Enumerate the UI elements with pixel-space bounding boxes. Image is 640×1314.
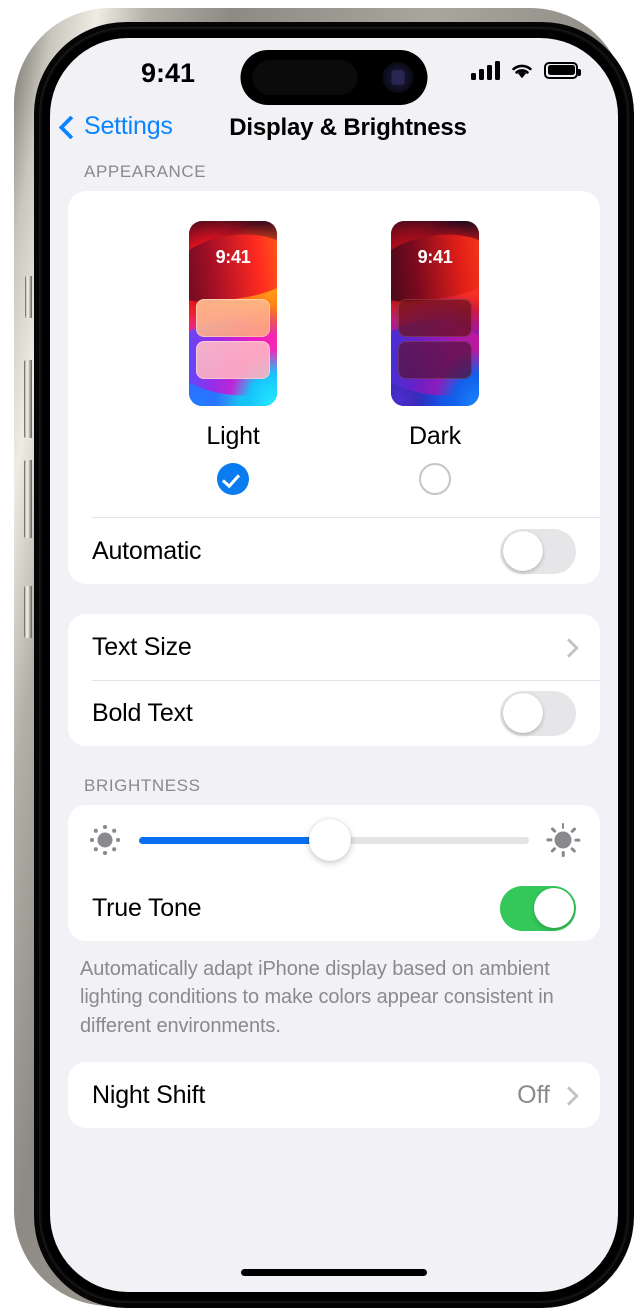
- light-mode-label: Light: [206, 422, 260, 450]
- sun-large-icon: [546, 823, 581, 857]
- true-tone-label: True Tone: [92, 893, 202, 922]
- chevron-right-icon: [562, 1088, 576, 1102]
- status-bar: 9:41: [50, 38, 618, 105]
- brightness-slider-row[interactable]: [68, 805, 600, 875]
- dark-mode-preview[interactable]: 9:41: [391, 221, 479, 406]
- battery-full-icon: [544, 61, 581, 79]
- appearance-option-dark[interactable]: 9:41 Dark: [391, 221, 479, 495]
- bold-text-toggle[interactable]: [500, 690, 576, 736]
- dynamic-island[interactable]: [240, 50, 428, 105]
- automatic-appearance-row[interactable]: Automatic: [68, 518, 600, 584]
- appearance-section-header: APPEARANCE: [84, 162, 207, 181]
- settings-content: APPEARANCE 9:41 Light 9:41 Dark Automati…: [50, 162, 618, 1292]
- checkmark-circle-icon[interactable]: [217, 463, 249, 495]
- volume-down-button[interactable]: [24, 460, 32, 538]
- bold-text-label: Bold Text: [92, 698, 193, 727]
- brightness-card: True Tone: [68, 805, 600, 941]
- toggle-knob: [502, 531, 543, 571]
- preview-clock: 9:41: [417, 247, 453, 267]
- wifi-icon: [512, 64, 532, 78]
- toggle-knob: [533, 888, 574, 928]
- preview-notification-card: [196, 299, 270, 337]
- appearance-option-light[interactable]: 9:41 Light: [189, 221, 277, 495]
- text-settings-card: Text Size Bold Text: [68, 614, 600, 746]
- light-mode-preview[interactable]: 9:41: [189, 221, 277, 406]
- status-bar-indicators: [471, 60, 581, 80]
- true-tone-toggle[interactable]: [500, 885, 576, 931]
- night-shift-card: Night Shift Off: [68, 1062, 600, 1129]
- iphone-device-frame: 9:41 Settings Display & Brightness APPEA…: [14, 8, 634, 1308]
- navigation-bar: Settings Display & Brightness: [50, 100, 618, 162]
- preview-clock: 9:41: [215, 247, 251, 267]
- home-indicator[interactable]: [241, 1269, 427, 1276]
- automatic-label: Automatic: [92, 536, 202, 565]
- empty-circle-icon[interactable]: [419, 463, 451, 495]
- iphone-screen: 9:41 Settings Display & Brightness APPEA…: [50, 38, 618, 1292]
- screenshot-stage: 9:41 Settings Display & Brightness APPEA…: [0, 0, 640, 1314]
- night-shift-row[interactable]: Night Shift Off: [68, 1062, 600, 1128]
- automatic-toggle[interactable]: [500, 528, 576, 574]
- preview-notification-card: [398, 341, 472, 379]
- status-bar-time: 9:41: [140, 58, 196, 88]
- appearance-card: 9:41 Light 9:41 Dark Automatic: [68, 191, 600, 584]
- bold-text-row[interactable]: Bold Text: [68, 680, 600, 746]
- true-tone-footnote: Automatically adapt iPhone display based…: [80, 958, 554, 1037]
- action-button[interactable]: [24, 586, 32, 638]
- silence-switch-button[interactable]: [25, 276, 32, 318]
- sun-small-icon: [88, 823, 122, 857]
- volume-up-button[interactable]: [24, 360, 32, 438]
- dynamic-island-pill: [252, 60, 358, 95]
- toggle-knob: [502, 693, 543, 733]
- text-size-label: Text Size: [92, 632, 192, 661]
- brightness-section-header: BRIGHTNESS: [84, 776, 201, 795]
- night-shift-label: Night Shift: [92, 1080, 206, 1109]
- brightness-slider-track[interactable]: [139, 819, 529, 861]
- text-size-row[interactable]: Text Size: [68, 614, 600, 680]
- night-shift-value: Off: [517, 1080, 550, 1109]
- preview-notification-card: [398, 299, 472, 337]
- appearance-options: 9:41 Light 9:41 Dark: [68, 197, 600, 495]
- front-camera-icon: [382, 62, 414, 93]
- brightness-slider-fill: [139, 836, 331, 844]
- dark-mode-label: Dark: [409, 422, 461, 450]
- true-tone-row[interactable]: True Tone: [68, 875, 600, 941]
- chevron-right-icon: [562, 640, 576, 654]
- signal-bars-icon: [471, 60, 500, 80]
- preview-notification-card: [196, 341, 270, 379]
- brightness-slider-knob[interactable]: [309, 819, 352, 861]
- page-title: Display & Brightness: [229, 114, 467, 141]
